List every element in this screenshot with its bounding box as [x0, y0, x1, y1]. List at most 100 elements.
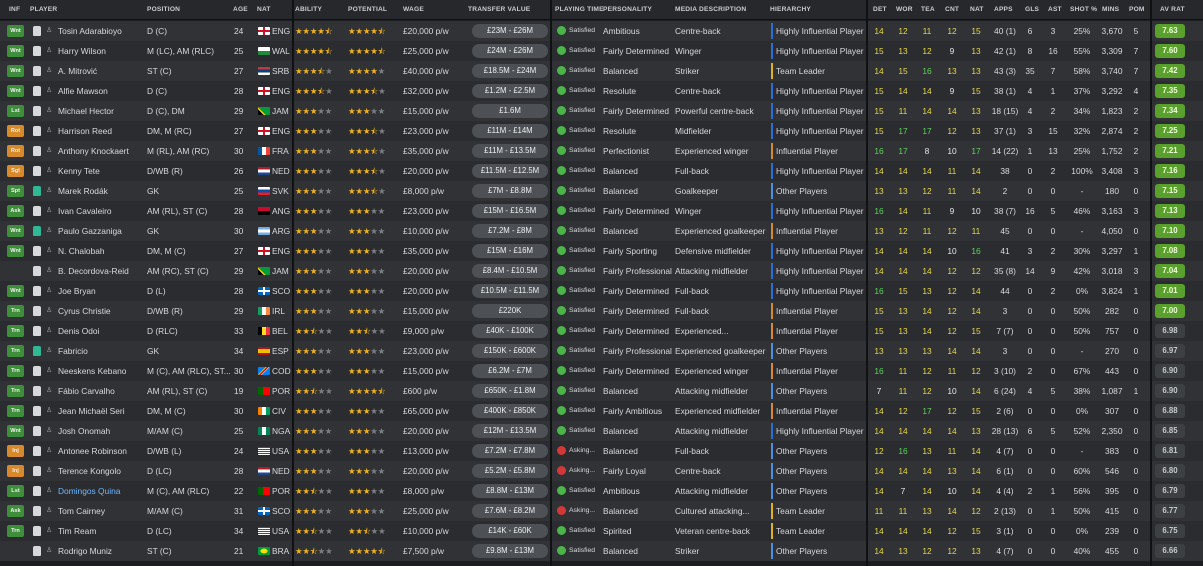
table-row[interactable]: Ask ♙ Tom Cairney M/AM (C) 31 SCO ★★★★★ ★★★★★ £2… [0, 501, 1203, 521]
inf-badge[interactable]: Inj [7, 465, 24, 477]
player-name-link[interactable]: Marek Rodák [58, 181, 144, 201]
player-name-link[interactable]: Tosin Adarabioyo [58, 21, 144, 41]
player-name-link[interactable]: Harry Wilson [58, 41, 144, 61]
player-name-link[interactable]: Rodrigo Muniz [58, 541, 144, 561]
table-row[interactable]: Inj ♙ Terence Kongolo D (LC) 28 NED ★★★★★ ★★★★★… [0, 461, 1203, 481]
header-pom[interactable]: POM [1129, 0, 1145, 20]
header-age[interactable]: AGE [233, 0, 248, 20]
player-name-link[interactable]: Michael Hector [58, 101, 144, 121]
player-name-link[interactable]: Denis Odoi [58, 321, 144, 341]
player-name-link[interactable]: Ivan Cavaleiro [58, 201, 144, 221]
header-ast[interactable]: AST [1048, 0, 1062, 20]
inf-badge[interactable]: Wnt [7, 285, 24, 297]
table-row[interactable]: Wnt ♙ A. Mitrović ST (C) 27 SRB ★★★⯪★ ★★★★★ £40,… [0, 61, 1203, 81]
table-row[interactable]: Wnt ♙ Harry Wilson M (LC), AM (RLC) 25 WAL ★ ★ ★… [0, 41, 1203, 61]
table-row[interactable]: Ask ♙ Ivan Cavaleiro AM (RL), ST (C) 28 ANG ★★… [0, 201, 1203, 221]
inf-badge[interactable]: Rot [7, 125, 24, 137]
inf-badge[interactable]: Ask [7, 505, 24, 517]
player-name-link[interactable]: Neeskens Kebano [58, 361, 144, 381]
header-det[interactable]: DET [873, 0, 887, 20]
header-gls[interactable]: GLS [1025, 0, 1039, 20]
player-name-link[interactable]: N. Chalobah [58, 241, 144, 261]
header-player[interactable]: PLAYER [30, 0, 57, 20]
table-row[interactable]: Wnt ♙ Josh Onomah M/AM (C) 25 NGA ★★★★★ ★★★★★ £2… [0, 421, 1203, 441]
player-name-link[interactable]: Paulo Gazzaniga [58, 221, 144, 241]
player-name-link[interactable]: Alfie Mawson [58, 81, 144, 101]
table-row[interactable]: Trn ♙ Denis Odoi D (RLC) 33 BEL ★★⯪★★ ★★⯪★★ £9,0… [0, 321, 1203, 341]
inf-badge[interactable]: Lst [7, 485, 24, 497]
inf-badge[interactable]: Wnt [7, 225, 24, 237]
inf-badge[interactable]: Trn [7, 325, 24, 337]
inf-badge[interactable]: Lst [7, 105, 24, 117]
inf-badge[interactable]: Wnt [7, 425, 24, 437]
table-row[interactable]: Trn ♙ Jean Michaël Seri DM, M (C) 30 CIV ★★★★★… [0, 401, 1203, 421]
header-mins[interactable]: MINS [1102, 0, 1119, 20]
header-inf[interactable]: INF [9, 0, 20, 20]
player-name-link[interactable]: Fabricio [58, 341, 144, 361]
header-hierarchy[interactable]: HIERARCHY [770, 0, 811, 20]
table-row[interactable]: Lst ♙ Domingos Quina M (C), AM (RLC) 22 POR ★★… [0, 481, 1203, 501]
header-ability[interactable]: ABILITY [295, 0, 322, 20]
header-av-rat[interactable]: AV RAT [1160, 0, 1185, 20]
header-cnt[interactable]: CNT [945, 0, 959, 20]
header-media[interactable]: MEDIA DESCRIPTION [675, 0, 746, 20]
player-name-link[interactable]: Josh Onomah [58, 421, 144, 441]
inf-badge[interactable]: Wnt [7, 85, 24, 97]
table-row[interactable]: Sgl ♙ Kenny Tete D/WB (R) 26 NED ★★★★★ ★★★⯪★ £20… [0, 161, 1203, 181]
table-row[interactable]: Lst ♙ Michael Hector D (C), DM 29 JAM ★★★★★ ★★★… [0, 101, 1203, 121]
header-nat[interactable]: NAT [257, 0, 271, 20]
table-row[interactable]: ♙ B. Decordova-Reid AM (RC), ST (C) 29 JAM ★★… [0, 261, 1203, 281]
inf-badge[interactable]: Wnt [7, 45, 24, 57]
table-row[interactable]: Wnt ♙ N. Chalobah DM, M (C) 27 ENG ★★★★★ ★★★★★ £… [0, 241, 1203, 261]
table-row[interactable]: Trn ♙ Cyrus Christie D/WB (R) 29 IRL ★★★★★ ★★★★… [0, 301, 1203, 321]
player-name-link[interactable]: Anthony Knockaert [58, 141, 144, 161]
inf-badge[interactable]: Inj [7, 445, 24, 457]
table-row[interactable]: Rot ♙ Harrison Reed DM, M (RC) 27 ENG ★★★★★ ★★★… [0, 121, 1203, 141]
player-name-link[interactable]: Domingos Quina [58, 481, 144, 501]
player-name-link[interactable]: B. Decordova-Reid [58, 261, 144, 281]
player-name-link[interactable]: A. Mitrović [58, 61, 144, 81]
inf-badge[interactable]: Rot [7, 145, 24, 157]
header-transfer-value[interactable]: TRANSFER VALUE [468, 0, 530, 20]
table-row[interactable]: Rot ♙ Anthony Knockaert M (RL), AM (RC) 30 FR… [0, 141, 1203, 161]
player-name-link[interactable]: Terence Kongolo [58, 461, 144, 481]
player-name-link[interactable]: Cyrus Christie [58, 301, 144, 321]
inf-badge[interactable]: Wnt [7, 245, 24, 257]
header-shot[interactable]: SHOT % [1070, 0, 1097, 20]
header-personality[interactable]: PERSONALITY [603, 0, 652, 20]
inf-badge[interactable]: Ask [7, 205, 24, 217]
table-row[interactable]: Trn ♙ Neeskens Kebano M (C), AM (RLC), ST..… [0, 361, 1203, 381]
header-apps[interactable]: APPS [994, 0, 1013, 20]
table-row[interactable]: Wnt ♙ Paulo Gazzaniga GK 30 ARG ★★★★★ ★★★★★ £10,… [0, 221, 1203, 241]
header-position[interactable]: POSITION [147, 0, 180, 20]
header-wage[interactable]: WAGE [403, 0, 424, 20]
table-row[interactable]: Wnt ♙ Tosin Adarabioyo D (C) 24 ENG ★★★★⯪ ★★★★⯪… [0, 21, 1203, 41]
table-row[interactable]: Inj ♙ Antonee Robinson D/WB (L) 24 USA ★★★★★ ★★… [0, 441, 1203, 461]
header-nat2[interactable]: NAT [970, 0, 984, 20]
player-name-link[interactable]: Fábio Carvalho [58, 381, 144, 401]
inf-badge[interactable]: Trn [7, 525, 24, 537]
table-row[interactable]: Wnt ♙ Alfie Mawson D (C) 28 ENG ★★★⯪★ ★★★⯪★ £32,… [0, 81, 1203, 101]
inf-badge[interactable]: Trn [7, 345, 24, 357]
player-name-link[interactable]: Jean Michaël Seri [58, 401, 144, 421]
inf-badge[interactable]: Trn [7, 305, 24, 317]
table-row[interactable]: Spt ♙ Marek Rodák GK 25 SVK ★★★★★ ★★★⯪★ £8,000 p… [0, 181, 1203, 201]
header-potential[interactable]: POTENTIAL [348, 0, 387, 20]
header-wor[interactable]: WOR [896, 0, 913, 20]
inf-badge[interactable]: Wnt [7, 65, 24, 77]
player-name-link[interactable]: Antonee Robinson [58, 441, 144, 461]
inf-badge[interactable]: Wnt [7, 25, 24, 37]
table-row[interactable]: Trn ♙ Fábio Carvalho AM (RL), ST (C) 19 POR ★★… [0, 381, 1203, 401]
table-row[interactable]: Wnt ♙ Joe Bryan D (L) 28 SCO ★★★★★ ★★★★★ £20,000… [0, 281, 1203, 301]
table-row[interactable]: ♙ Rodrigo Muniz ST (C) 21 BRA ★★⯪★★ ★★★★⯪ £7,50… [0, 541, 1203, 561]
player-name-link[interactable]: Joe Bryan [58, 281, 144, 301]
inf-badge[interactable]: Spt [7, 185, 24, 197]
table-row[interactable]: Trn ♙ Fabricio GK 34 ESP ★★★★★ ★★★★★ £23,000 p/w… [0, 341, 1203, 361]
player-name-link[interactable]: Tim Ream [58, 521, 144, 541]
inf-badge[interactable]: Trn [7, 405, 24, 417]
inf-badge[interactable]: Trn [7, 365, 24, 377]
player-name-link[interactable]: Harrison Reed [58, 121, 144, 141]
player-name-link[interactable]: Tom Cairney [58, 501, 144, 521]
inf-badge[interactable]: Sgl [7, 165, 24, 177]
inf-badge[interactable]: Trn [7, 385, 24, 397]
